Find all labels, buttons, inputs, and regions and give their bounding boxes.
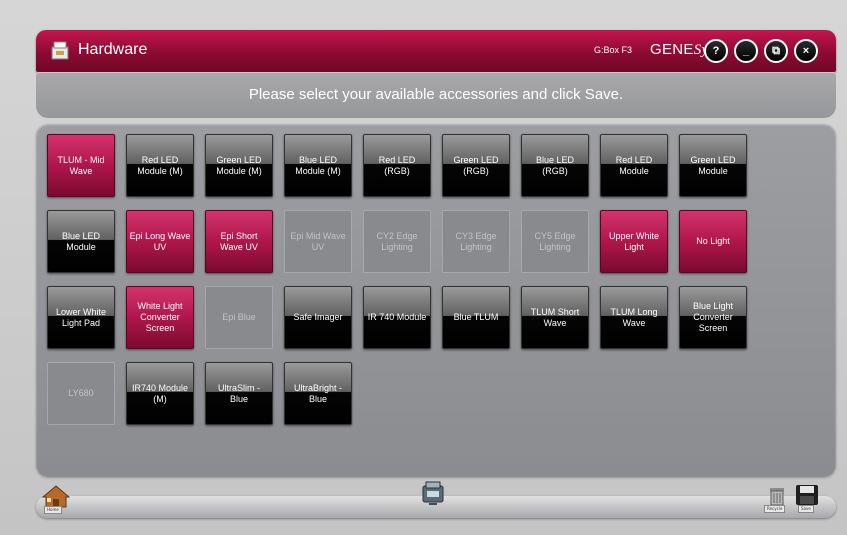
accessory-tile-green-led-module[interactable]: Green LED Module [679,134,747,197]
save-label: Save [798,505,814,513]
accessory-tile-label: Safe Imager [293,312,343,322]
accessory-tile-tlum-long-wave[interactable]: TLUM Long Wave [600,286,668,349]
accessory-tile-label: CY2 Edge Lighting [376,230,418,252]
accessory-tile-blue-light-converter-screen[interactable]: Blue Light Converter Screen [679,286,747,349]
accessory-tile-label: CY3 Edge Lighting [455,230,497,252]
accessory-tile-lower-white-light-pad[interactable]: Lower White Light Pad [47,286,115,349]
accessory-tile-label: IR740 Module (M) [131,382,189,404]
accessory-tile-upper-white-light[interactable]: Upper White Light [600,210,668,273]
accessory-tile-blue-led-rgb[interactable]: Blue LED (RGB) [521,134,589,197]
window-title: Hardware [78,41,148,58]
accessory-tile-label: No Light [696,236,730,246]
accessory-tile-label: Green LED Module (M) [216,154,262,176]
accessory-tile-label: Blue Light Converter Screen [692,301,734,333]
accessory-tile-red-led-rgb[interactable]: Red LED (RGB) [363,134,431,197]
accessory-tile-ly680: LY680 [47,362,115,425]
accessory-tile-label: CY5 Edge Lighting [534,230,576,252]
accessory-tile-green-led-rgb[interactable]: Green LED (RGB) [442,134,510,197]
accessory-tile-blue-led-module[interactable]: Blue LED Module [47,210,115,273]
accessory-tile-label: TLUM Short Wave [530,306,580,328]
gelbox-device-icon [422,481,444,505]
gelbox-device-button[interactable] [418,478,448,508]
accessory-tile-label: Blue LED (RGB) [535,154,575,176]
recycle-button[interactable]: Recycle [764,484,788,513]
accessory-tile-ultrabright-blue[interactable]: UltraBright - Blue [284,362,352,425]
accessory-tile-label: Blue LED Module [61,230,101,252]
restore-button[interactable]: ⧉ [764,39,788,63]
accessory-tile-label: Blue LED Module (M) [295,154,341,176]
accessory-tile-blue-led-module-m[interactable]: Blue LED Module (M) [284,134,352,197]
accessory-tile-label: White Light Converter Screen [137,301,183,333]
home-icon [41,485,71,508]
help-button[interactable]: ? [704,39,728,63]
accessory-tile-epi-long-wave-uv[interactable]: Epi Long Wave UV [126,210,194,273]
instruction-text: Please select your available accessories… [248,86,624,103]
accessory-tile-label: Lower White Light Pad [55,306,107,328]
accessory-tile-cy5-edge-lighting: CY5 Edge Lighting [521,210,589,273]
accessory-tile-safe-imager[interactable]: Safe Imager [284,286,352,349]
recycle-label: Recycle [764,505,786,513]
save-disk-icon [796,485,818,505]
save-button[interactable]: Save [794,484,820,513]
accessory-tile-label: Epi Long Wave UV [129,230,191,252]
accessory-tile-epi-blue: Epi Blue [205,286,273,349]
accessory-tile-label: Epi Short Wave UV [220,230,258,252]
accessory-tile-label: Epi Blue [222,312,256,322]
instruction-banner: Please select your available accessories… [36,72,836,118]
accessory-tile-ultraslim-blue[interactable]: UltraSlim - Blue [205,362,273,425]
home-button[interactable]: Home [41,484,71,514]
accessory-tile-red-led-module[interactable]: Red LED Module [600,134,668,197]
accessory-tile-label: Red LED Module [615,154,653,176]
accessory-tile-cy2-edge-lighting: CY2 Edge Lighting [363,210,431,273]
minimize-button[interactable]: _ [734,39,758,63]
accessory-tile-white-light-converter-screen[interactable]: White Light Converter Screen [126,286,194,349]
accessory-tile-no-light[interactable]: No Light [679,210,747,273]
accessory-tile-label: Epi Mid Wave UV [290,230,346,252]
accessory-tile-epi-short-wave-uv[interactable]: Epi Short Wave UV [205,210,273,273]
accessory-tile-blue-tlum[interactable]: Blue TLUM [442,286,510,349]
recycle-bin-icon [770,488,784,506]
title-bar: Hardware G:Box F3 GENESys ? _ ⧉ × [36,30,836,72]
accessory-tile-ir740-module-m[interactable]: IR740 Module (M) [126,362,194,425]
accessory-tile-label: Green LED Module [690,154,736,176]
accessory-tile-green-led-module-m[interactable]: Green LED Module (M) [205,134,273,197]
accessory-tile-label: Red LED (RGB) [378,154,416,176]
device-name: G:Box F3 [594,45,633,55]
accessory-tile-label: TLUM - Mid Wave [57,154,105,176]
hardware-box-icon [51,41,69,60]
close-button[interactable]: × [794,39,818,63]
accessory-tile-label: Green LED (RGB) [453,154,499,176]
accessory-tile-epi-mid-wave-uv: Epi Mid Wave UV [284,210,352,273]
accessory-tile-red-led-module-m[interactable]: Red LED Module (M) [126,134,194,197]
accessory-tile-tlum-mid-wave[interactable]: TLUM - Mid Wave [47,134,115,197]
accessory-tile-label: LY680 [68,388,94,398]
hardware-window: Hardware G:Box F3 GENESys ? _ ⧉ × Please… [30,24,836,524]
accessory-tile-cy3-edge-lighting: CY3 Edge Lighting [442,210,510,273]
accessory-tile-label: IR 740 Module [367,312,427,322]
accessory-tile-tlum-short-wave[interactable]: TLUM Short Wave [521,286,589,349]
accessory-tile-ir-740-module[interactable]: IR 740 Module [363,286,431,349]
accessory-tile-label: UltraBright - Blue [293,382,342,404]
accessory-tile-label: Red LED Module (M) [137,154,183,176]
accessory-tile-label: UltraSlim - Blue [218,382,260,404]
accessory-tile-label: TLUM Long Wave [610,306,658,328]
accessory-tile-label: Upper White Light [608,230,660,252]
home-label: Home [44,506,62,514]
accessory-panel: TLUM - Mid Wave Red LED Module (M) Green L… [36,124,836,477]
accessory-tile-label: Blue TLUM [453,312,499,322]
